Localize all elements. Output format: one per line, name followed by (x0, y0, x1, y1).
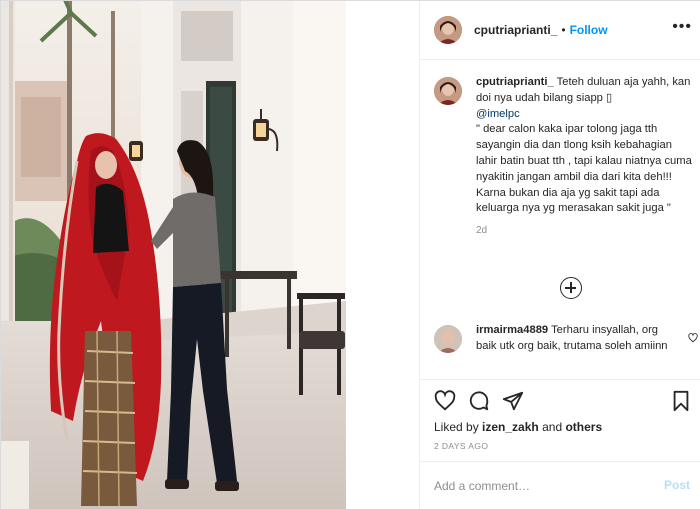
likes-conj: and (542, 420, 563, 434)
author-avatar[interactable] (434, 16, 462, 44)
likes-user-link[interactable]: izen_zakh (482, 420, 539, 434)
more-options-icon[interactable]: ••• (672, 19, 692, 35)
instagram-post-frame: cputriaprianti_ • Follow ••• cputriapria… (0, 0, 700, 509)
post-comment-button[interactable]: Post (664, 478, 690, 492)
separator-dot: • (561, 23, 566, 37)
post-details-panel: cputriaprianti_ • Follow ••• cputriapria… (419, 1, 700, 509)
caption-timestamp[interactable]: 2d (476, 225, 696, 236)
caption-username[interactable]: cputriaprianti_ (476, 76, 554, 88)
photo-side-margin (346, 1, 419, 509)
share-icon[interactable] (502, 390, 524, 412)
comment-item: irmairma4889 Terharu insyallah, org baik… (434, 323, 698, 355)
add-comment-row: Post (420, 461, 700, 509)
commenter-avatar-image (434, 325, 462, 353)
follow-button[interactable]: Follow (570, 23, 608, 37)
author-username[interactable]: cputriaprianti_ (474, 23, 557, 37)
post-date[interactable]: 2 DAYS AGO (434, 441, 488, 451)
post-photo[interactable] (1, 1, 346, 509)
action-icons-row (434, 390, 692, 414)
bookmark-icon[interactable] (670, 390, 692, 412)
likes-others-link[interactable]: others (565, 420, 602, 434)
load-more-comments-icon[interactable] (560, 277, 582, 299)
commenter-username[interactable]: irmairma4889 (476, 324, 548, 336)
caption-text: cputriaprianti_ Teteh duluan aja yahh, k… (476, 75, 696, 217)
heart-icon[interactable] (434, 390, 456, 412)
author-avatar-image (434, 16, 462, 44)
post-header: cputriaprianti_ • Follow ••• (420, 1, 700, 60)
caption-author-avatar[interactable] (434, 77, 462, 105)
comment-text: irmairma4889 Terharu insyallah, org baik… (476, 323, 680, 355)
caption-line-2: " dear calon kaka ipar tolong jaga tth s… (476, 123, 692, 215)
comments-section[interactable]: cputriaprianti_ Teteh duluan aja yahh, k… (420, 61, 700, 379)
caption-mention-link[interactable]: @imelpc (476, 108, 520, 120)
comment-icon[interactable] (468, 390, 490, 412)
likes-prefix: Liked by (434, 420, 479, 434)
commenter-avatar[interactable] (434, 325, 462, 353)
caption-block: cputriaprianti_ Teteh duluan aja yahh, k… (434, 75, 696, 236)
comment-like-heart-icon[interactable] (688, 333, 698, 343)
add-comment-input[interactable] (434, 476, 644, 496)
caption-avatar-image (434, 77, 462, 105)
post-image (1, 1, 346, 509)
likes-summary: Liked by izen_zakh and others (434, 420, 602, 434)
emoji-glyph: ▯ (606, 91, 613, 104)
